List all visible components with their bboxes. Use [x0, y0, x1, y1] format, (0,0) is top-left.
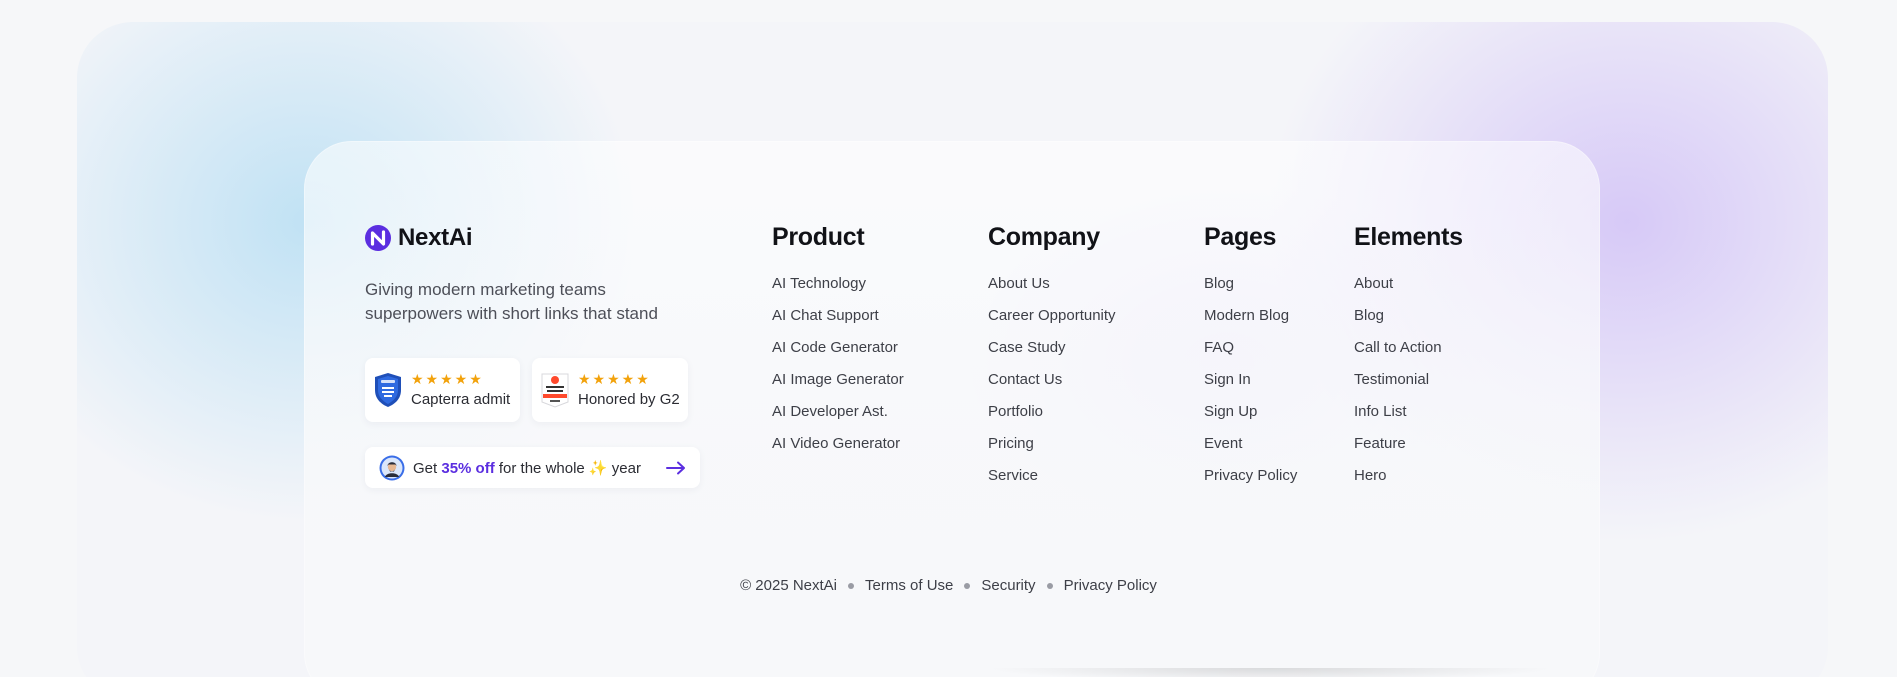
footer-link-pricing[interactable]: Pricing — [988, 434, 1116, 466]
promo-suffix: for the whole ✨ year — [498, 459, 641, 477]
footer-link-ai-developer-ast[interactable]: AI Developer Ast. — [772, 402, 904, 434]
brand[interactable]: NextAi — [365, 224, 473, 252]
footer-link-feature[interactable]: Feature — [1354, 434, 1463, 466]
badge-label: Capterra admit — [411, 391, 511, 408]
nextai-logo-icon — [365, 225, 391, 251]
footer-link-info-list[interactable]: Info List — [1354, 402, 1463, 434]
footer-link-service[interactable]: Service — [988, 466, 1116, 498]
pages-column: Pages Blog Modern Blog FAQ Sign In Sign … — [1204, 222, 1297, 498]
floating-element-shadow — [985, 668, 1555, 677]
capterra-icon — [375, 373, 401, 407]
elements-column: Elements About Blog Call to Action Testi… — [1354, 222, 1463, 498]
promo-banner[interactable]: Get 35% off for the whole ✨ year — [365, 447, 700, 488]
pages-heading: Pages — [1204, 223, 1277, 251]
footer-link-modern-blog[interactable]: Modern Blog — [1204, 306, 1297, 338]
footer-link-blog[interactable]: Blog — [1204, 274, 1297, 306]
separator-dot-icon — [1046, 582, 1053, 589]
footer-link-privacy-policy[interactable]: Privacy Policy — [1204, 466, 1297, 498]
promo-text: Get 35% off for the whole ✨ year — [413, 459, 641, 477]
footer-link-faq[interactable]: FAQ — [1204, 338, 1297, 370]
footer-link-call-to-action[interactable]: Call to Action — [1354, 338, 1463, 370]
footer-link-sign-in[interactable]: Sign In — [1204, 370, 1297, 402]
footer-link-career-opportunity[interactable]: Career Opportunity — [988, 306, 1116, 338]
elements-heading: Elements — [1354, 223, 1463, 251]
product-column: Product AI Technology AI Chat Support AI… — [772, 222, 904, 466]
footer-link-event[interactable]: Event — [1204, 434, 1297, 466]
footer-link-elements-blog[interactable]: Blog — [1354, 306, 1463, 338]
security-link[interactable]: Security — [981, 577, 1035, 594]
g2-icon — [541, 373, 569, 408]
footer-link-ai-chat-support[interactable]: AI Chat Support — [772, 306, 904, 338]
footer-link-case-study[interactable]: Case Study — [988, 338, 1116, 370]
separator-dot-icon — [964, 582, 971, 589]
footer-link-sign-up[interactable]: Sign Up — [1204, 402, 1297, 434]
footer-link-ai-video-generator[interactable]: AI Video Generator — [772, 434, 904, 466]
footer-link-ai-code-generator[interactable]: AI Code Generator — [772, 338, 904, 370]
footer-link-about-us[interactable]: About Us — [988, 274, 1116, 306]
promo-prefix: Get — [413, 459, 438, 477]
promo-highlight: 35% off — [441, 459, 495, 477]
capterra-badge[interactable]: ★★★★★ Capterra admit — [365, 358, 520, 422]
product-heading: Product — [772, 223, 865, 251]
g2-badge[interactable]: ★★★★★ Honored by G2 — [532, 358, 688, 422]
footer-link-portfolio[interactable]: Portfolio — [988, 402, 1116, 434]
avatar — [379, 455, 405, 480]
footer-link-about[interactable]: About — [1354, 274, 1463, 306]
arrow-right-icon[interactable] — [666, 461, 686, 475]
separator-dot-icon — [848, 582, 855, 589]
star-rating-icon: ★★★★★ — [578, 371, 651, 387]
badge-label: Honored by G2 — [578, 391, 680, 408]
brand-tagline: Giving modern marketing teams superpower… — [365, 280, 658, 323]
footer-link-ai-technology[interactable]: AI Technology — [772, 274, 904, 306]
footer-link-ai-image-generator[interactable]: AI Image Generator — [772, 370, 904, 402]
footer-bottom-bar: © 2025 NextAi Terms of Use Security Priv… — [0, 577, 1897, 594]
terms-of-use-link[interactable]: Terms of Use — [865, 577, 953, 594]
star-rating-icon: ★★★★★ — [411, 371, 484, 387]
brand-name: NextAi — [398, 224, 473, 251]
company-column: Company About Us Career Opportunity Case… — [988, 222, 1116, 498]
copyright: © 2025 NextAi — [740, 577, 838, 594]
footer-link-hero[interactable]: Hero — [1354, 466, 1463, 498]
footer-link-testimonial[interactable]: Testimonial — [1354, 370, 1463, 402]
company-heading: Company — [988, 223, 1100, 251]
footer-link-contact-us[interactable]: Contact Us — [988, 370, 1116, 402]
privacy-policy-link[interactable]: Privacy Policy — [1064, 577, 1157, 594]
